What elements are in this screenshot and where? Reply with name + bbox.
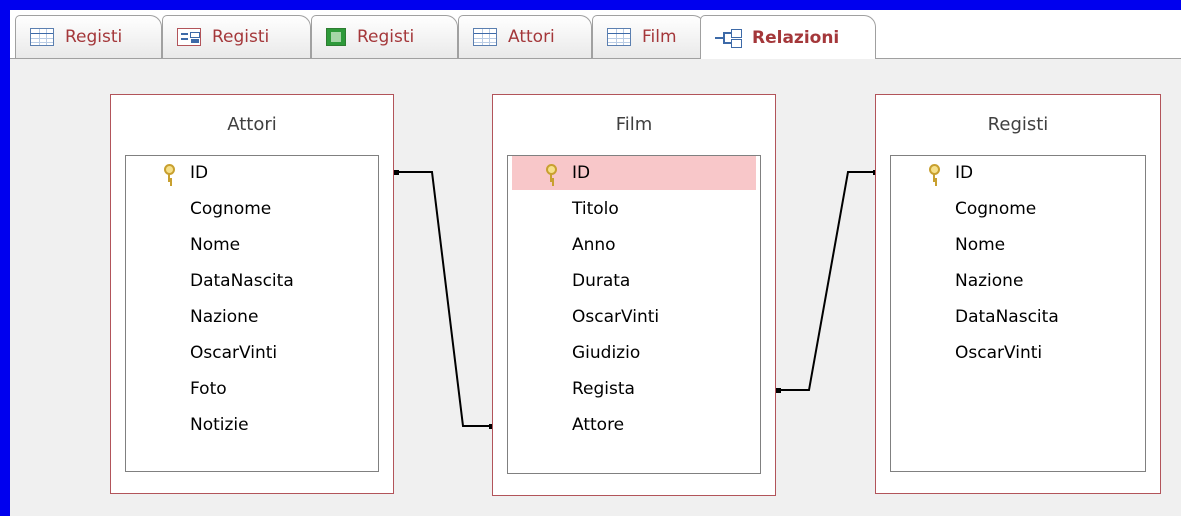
table-title: Film — [615, 114, 653, 135]
primary-key-icon — [546, 164, 557, 182]
field-row[interactable]: Nome — [891, 228, 1145, 262]
field-list: ID Cognome Nome Nazione DataNascita Osca… — [890, 155, 1146, 472]
tab-label: Film — [642, 27, 677, 47]
tab-label: Attori — [508, 27, 555, 47]
field-row[interactable]: Nazione — [126, 300, 378, 334]
tab-attori[interactable]: Attori — [458, 15, 592, 58]
relationship-line-registi-film — [778, 171, 876, 391]
field-row[interactable]: ID — [891, 156, 1145, 190]
tab-registi-table[interactable]: Registi — [15, 15, 162, 58]
field-row[interactable]: Cognome — [126, 192, 378, 226]
field-row[interactable]: OscarVinti — [508, 300, 760, 334]
field-row[interactable]: OscarVinti — [126, 336, 378, 370]
tab-film[interactable]: Film — [592, 15, 705, 58]
field-list: ID Cognome Nome DataNascita Nazione Osca… — [125, 155, 379, 472]
field-row[interactable]: ID — [126, 156, 378, 190]
report-icon — [326, 28, 346, 46]
primary-key-icon — [929, 164, 940, 182]
document-tabs: Registi Registi Registi Attori Film Rela… — [10, 10, 1181, 59]
field-row[interactable]: DataNascita — [126, 264, 378, 298]
field-row[interactable]: Nazione — [891, 264, 1145, 298]
tab-label: Registi — [65, 27, 123, 47]
field-row[interactable]: Foto — [126, 372, 378, 406]
relationships-icon — [715, 28, 742, 48]
field-row[interactable]: Giudizio — [508, 336, 760, 370]
form-icon — [177, 28, 201, 46]
tab-registi-report[interactable]: Registi — [311, 15, 458, 58]
field-row[interactable]: Titolo — [508, 192, 760, 226]
relationship-line-attori-film — [395, 171, 492, 427]
tab-registi-form[interactable]: Registi — [162, 15, 311, 58]
table-title: Registi — [987, 114, 1049, 135]
field-row[interactable]: Notizie — [126, 408, 378, 442]
field-row[interactable]: Nome — [126, 228, 378, 262]
field-row[interactable]: OscarVinti — [891, 336, 1145, 370]
field-row[interactable]: Attore — [508, 408, 760, 442]
relationships-canvas[interactable]: Attori ID Cognome Nome DataNascita Nazio… — [10, 59, 1181, 516]
field-row[interactable]: Regista — [508, 372, 760, 406]
join-end-marker — [394, 170, 399, 175]
field-row-selected[interactable]: ID — [512, 156, 756, 190]
field-list: ID Titolo Anno Durata OscarVinti Giudizi… — [507, 155, 761, 474]
field-row[interactable]: DataNascita — [891, 300, 1145, 334]
field-row[interactable]: Cognome — [891, 192, 1145, 226]
table-attori[interactable]: Attori ID Cognome Nome DataNascita Nazio… — [110, 94, 394, 494]
field-row[interactable]: Durata — [508, 264, 760, 298]
relationships-window: Registi Registi Registi Attori Film Rela… — [10, 10, 1181, 516]
tab-label: Relazioni — [752, 27, 840, 48]
table-film[interactable]: Film ID Titolo Anno Durata OscarVinti Gi… — [492, 94, 776, 496]
tab-label: Registi — [212, 27, 270, 47]
table-icon — [473, 28, 497, 46]
table-icon — [607, 28, 631, 46]
tab-label: Registi — [357, 27, 415, 47]
table-title: Attori — [227, 114, 277, 135]
tab-relazioni[interactable]: Relazioni — [700, 15, 876, 59]
join-end-marker — [776, 388, 781, 393]
table-registi[interactable]: Registi ID Cognome Nome Nazione DataNasc… — [875, 94, 1161, 494]
primary-key-icon — [164, 164, 175, 182]
table-icon — [30, 28, 54, 46]
field-row[interactable]: Anno — [508, 228, 760, 262]
